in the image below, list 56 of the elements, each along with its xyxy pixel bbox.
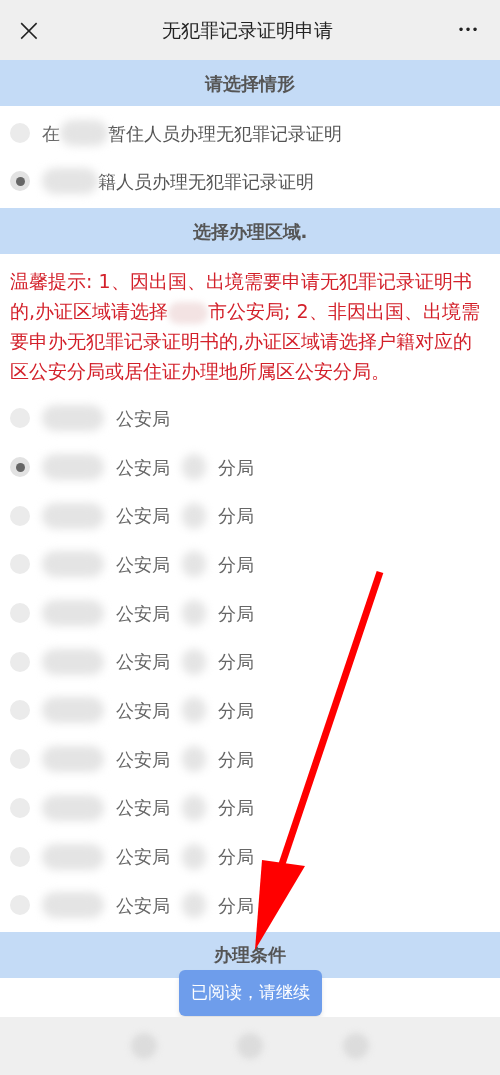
blurred-patch bbox=[42, 502, 104, 529]
blurred-patch bbox=[42, 794, 104, 821]
radio-button[interactable] bbox=[10, 171, 30, 191]
office-label: 公安局 bbox=[116, 893, 170, 918]
office-label: 公安局 bbox=[116, 601, 170, 626]
blurred-patch bbox=[182, 892, 206, 919]
office-label: 公安局 bbox=[116, 747, 170, 772]
page-title: 无犯罪记录证明申请 bbox=[161, 17, 333, 43]
office-label: 公安局 bbox=[116, 845, 170, 870]
office-label: 分局 bbox=[218, 650, 254, 675]
office-label: 分局 bbox=[218, 698, 254, 723]
blurred-patch bbox=[182, 794, 206, 821]
office-label: 公安局 bbox=[116, 698, 170, 723]
blurred-patch bbox=[42, 746, 104, 773]
office-label: 分局 bbox=[218, 601, 254, 626]
more-button[interactable]: ••• bbox=[450, 21, 486, 39]
blurred-patch bbox=[42, 697, 104, 724]
office-label: 公安局 bbox=[116, 455, 170, 480]
blurred-patch bbox=[182, 502, 206, 529]
blurred-patch bbox=[42, 892, 104, 919]
blurred-patch bbox=[182, 600, 206, 627]
office-label: 分局 bbox=[218, 747, 254, 772]
section-heading: 选择办理区域. bbox=[192, 219, 308, 244]
office-label: 分局 bbox=[218, 552, 254, 577]
radio-button[interactable] bbox=[10, 457, 30, 478]
office-label: 公安局 bbox=[116, 552, 170, 577]
office-label: 分局 bbox=[218, 455, 254, 480]
blurred-patch bbox=[42, 405, 104, 432]
close-button[interactable]: × bbox=[14, 14, 44, 46]
office-label: 公安局 bbox=[116, 406, 170, 431]
tip-text: 温馨提示: 1、因出国、出境需要申请无犯罪记录证明书的,办证区域请选择 市公安局; 2、非因出国、出境需要申办无犯罪记录证明书的,办证区域请选择户籍对应的区公安分局或居住证办理地所属区公安分局。 bbox=[9, 269, 481, 384]
blurred-patch bbox=[42, 600, 104, 627]
blurred-patch bbox=[182, 746, 206, 773]
office-label: 公安局 bbox=[116, 650, 170, 675]
office-label: 分局 bbox=[218, 796, 254, 821]
section-heading: 办理条件 bbox=[214, 943, 286, 968]
blurred-patch bbox=[42, 168, 98, 194]
blurred-patch bbox=[42, 454, 104, 481]
blurred-patch bbox=[60, 120, 108, 146]
blurred-patch bbox=[42, 648, 104, 675]
office-label: 分局 bbox=[218, 845, 254, 870]
office-label: 公安局 bbox=[116, 504, 170, 529]
option-label: 籍人员办理无犯罪记录证明 bbox=[98, 169, 314, 194]
blurred-patch bbox=[182, 843, 206, 870]
option-label: 在 bbox=[42, 121, 60, 146]
office-label: 分局 bbox=[218, 893, 254, 918]
blurred-patch bbox=[182, 697, 206, 724]
section-heading: 请选择情形 bbox=[205, 71, 295, 96]
office-label: 公安局 bbox=[116, 796, 170, 821]
blurred-patch bbox=[182, 648, 206, 675]
office-label: 分局 bbox=[218, 504, 254, 529]
blurred-patch bbox=[42, 551, 104, 578]
blurred-patch bbox=[182, 454, 206, 481]
blurred-patch bbox=[42, 843, 104, 870]
blurred-patch bbox=[182, 551, 206, 578]
option-label: 暂住人员办理无犯罪记录证明 bbox=[108, 121, 342, 146]
